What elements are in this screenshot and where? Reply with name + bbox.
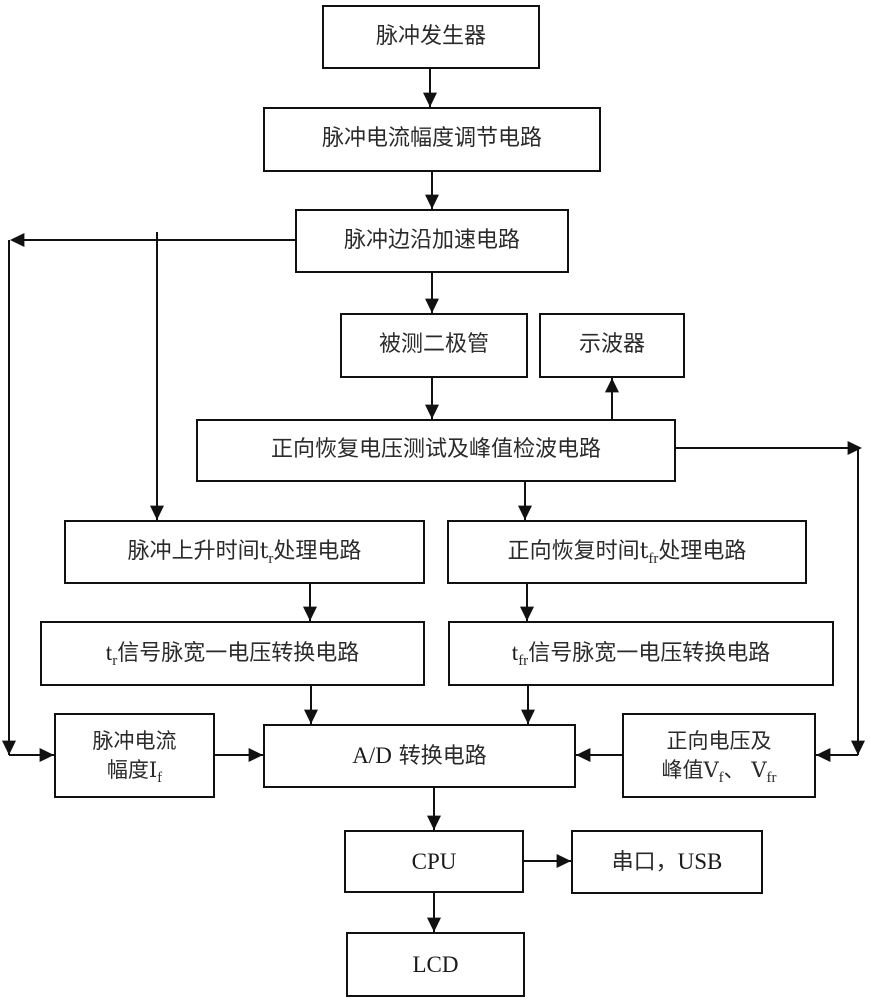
pulse-generator-label: 脉冲发生器 <box>375 23 486 49</box>
arrow-amplitude-to-edge-arrowhead-icon <box>425 194 439 209</box>
peak-detect-label: 正向恢复电压测试及峰值检波电路 <box>270 437 601 463</box>
arrow-pulse-current-to-ad-arrowhead-icon <box>248 748 263 762</box>
arrow-edge-to-rise-time-arrowhead-icon <box>150 505 164 520</box>
peak-detect-box: 正向恢复电压测试及峰值检波电路 <box>196 419 676 482</box>
pulse-current-amp-label: 脉冲电流 幅度If <box>92 727 177 786</box>
arrow-rise-to-tr-conv-arrowhead-icon <box>303 606 317 621</box>
arrowhead-left-icon <box>10 233 25 247</box>
fwd-recovery-proc-box: 正向恢复时间tfr处理电路 <box>447 520 807 584</box>
arrowhead-left-down-icon <box>2 740 16 755</box>
cpu-box: CPU <box>344 830 524 893</box>
diode-under-test-label: 被测二极管 <box>378 332 489 358</box>
label-text: 信号脉宽一电压转换电路 <box>117 641 360 667</box>
cpu-label: CPU <box>411 848 457 874</box>
arrow-generator-to-amplitude-arrowhead-icon <box>423 92 437 107</box>
arrow-diode-to-peak-arrowhead-icon <box>425 404 439 419</box>
label-line-2: 峰值V <box>661 757 719 782</box>
edge-accel-box: 脉冲边沿加速电路 <box>295 209 569 273</box>
arrowhead-right-icon <box>847 441 862 455</box>
arrowhead-right-down-icon <box>851 740 865 755</box>
label-text: 脉冲上升时间t <box>127 538 269 564</box>
lcd-label: LCD <box>412 951 459 977</box>
label-text: 串口， <box>611 849 678 875</box>
rise-time-proc-label: 脉冲上升时间tr处理电路 <box>128 538 362 567</box>
fwd-voltage-peak-box: 正向电压及 峰值Vf、 Vfr <box>622 713 816 798</box>
label-subscript: fr <box>766 769 777 786</box>
tfr-pw-voltage-label: tfr信号脉宽一电压转换电路 <box>512 638 770 669</box>
label-text: 正向恢复时间t <box>507 538 649 564</box>
ad-converter-label: A/D 转换电路 <box>352 741 487 772</box>
arrow-fwd-voltage-to-ad-arrowhead-icon <box>576 748 591 762</box>
label-text: 转换电路 <box>391 743 487 769</box>
arrow-ad-to-cpu-arrowhead-icon <box>427 815 441 830</box>
serial-usb-box: 串口，USB <box>571 830 763 894</box>
arrow-cpu-to-lcd-arrowhead-icon <box>427 917 441 932</box>
diode-under-test-box: 被测二极管 <box>340 313 528 378</box>
pulse-current-amp-box: 脉冲电流 幅度If <box>54 713 215 798</box>
label-subscript: fr <box>648 550 659 567</box>
fwd-voltage-peak-label: 正向电压及 峰值Vf、 Vfr <box>661 727 777 786</box>
label-line-1: 正向电压及 <box>666 729 772 754</box>
serial-usb-label: 串口，USB <box>612 847 723 878</box>
label-line-1: 脉冲电流 <box>92 729 177 754</box>
tr-pw-voltage-box: tr信号脉宽一电压转换电路 <box>40 621 425 686</box>
label-subscript: fr <box>518 653 529 670</box>
label-subscript: f <box>157 769 163 786</box>
arrow-fwd-to-tfr-conv-arrowhead-icon <box>520 606 534 621</box>
fwd-recovery-proc-label: 正向恢复时间tfr处理电路 <box>508 538 747 567</box>
arrow-cpu-to-serial-arrowhead-icon <box>556 854 571 868</box>
amplitude-adjust-label: 脉冲电流幅度调节电路 <box>321 126 542 152</box>
arrow-tr-conv-to-ad-arrowhead-icon <box>304 709 318 724</box>
arrow-peak-to-oscilloscope-arrowhead-icon <box>605 378 619 393</box>
arrow-into-pulse-current-arrowhead-icon <box>39 748 54 762</box>
arrow-into-fwd-voltage-arrowhead-icon <box>816 748 831 762</box>
tr-pw-voltage-label: tr信号脉宽一电压转换电路 <box>106 638 359 669</box>
label-text: 处理电路 <box>273 538 362 564</box>
arrow-edge-to-diode-arrowhead-icon <box>425 298 439 313</box>
label-text: 信号脉宽一电压转换电路 <box>528 641 771 667</box>
ad-converter-box: A/D 转换电路 <box>263 724 576 788</box>
arrow-peak-to-fwd-recovery-arrowhead-icon <box>518 505 532 520</box>
oscilloscope-label: 示波器 <box>578 332 645 358</box>
label-text: 处理电路 <box>658 538 747 564</box>
label-text: 、 V <box>723 757 767 782</box>
arrow-tfr-conv-to-ad-arrowhead-icon <box>521 709 535 724</box>
label-text: USB <box>677 848 723 874</box>
label-line-2: 幅度I <box>106 757 158 782</box>
rise-time-proc-box: 脉冲上升时间tr处理电路 <box>64 520 425 584</box>
oscilloscope-box: 示波器 <box>539 313 685 378</box>
lcd-box: LCD <box>346 932 525 997</box>
edge-accel-label: 脉冲边沿加速电路 <box>343 227 520 253</box>
pulse-generator-box: 脉冲发生器 <box>322 5 540 69</box>
label-text: A/D <box>352 742 392 768</box>
tfr-pw-voltage-box: tfr信号脉宽一电压转换电路 <box>448 621 834 686</box>
amplitude-adjust-box: 脉冲电流幅度调节电路 <box>263 107 601 172</box>
